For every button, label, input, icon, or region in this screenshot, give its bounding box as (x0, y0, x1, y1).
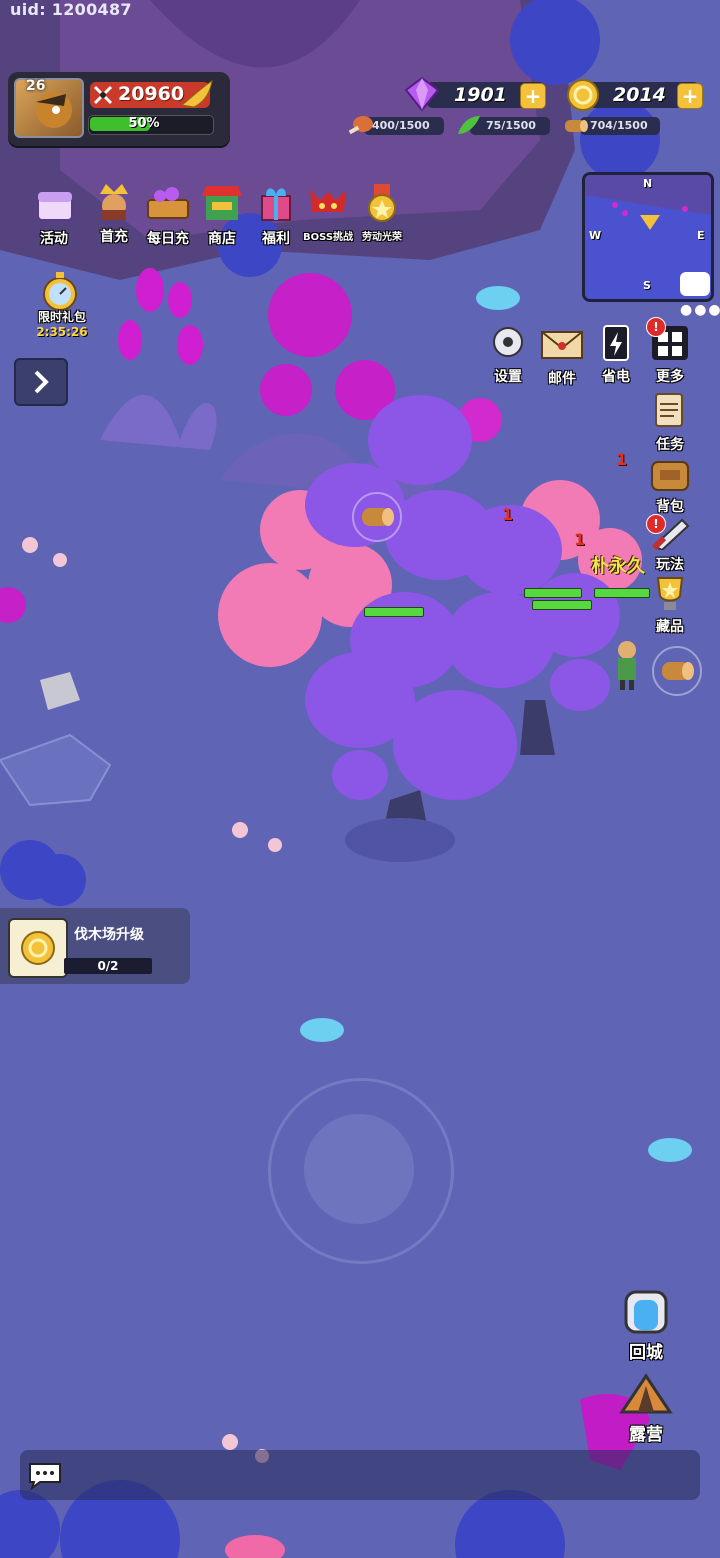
exp-percent: 50% (128, 116, 160, 131)
herb-value: 75/1500 (486, 119, 536, 132)
wood-drop[interactable] (652, 646, 702, 696)
wing-icon (180, 79, 213, 108)
wood-drop[interactable] (352, 492, 402, 542)
crossed-swords-icon (93, 85, 113, 105)
battery-icon (603, 325, 629, 361)
damage-number: 1 (502, 505, 514, 524)
gameplay-label: 玩法 (656, 557, 684, 573)
menu-activity-label: 活动 (40, 231, 68, 247)
player-character (612, 640, 642, 690)
wood-icon (565, 120, 588, 132)
stopwatch-icon (43, 272, 77, 311)
return-town-button[interactable]: 回城 (618, 1290, 676, 1363)
medal-icon (368, 184, 396, 222)
chevron-right-icon (34, 370, 49, 394)
backpack-icon (651, 461, 689, 491)
meat-value: 400/1500 (372, 119, 430, 132)
joystick-knob[interactable] (304, 1114, 414, 1224)
gold-value: 2014 (613, 84, 666, 106)
tree-hp-bar (364, 607, 424, 617)
return-town-label: 回城 (629, 1343, 663, 1363)
gold-coin-icon (21, 931, 55, 965)
quest-label: 任务 (656, 437, 684, 453)
gold-coin-icon (567, 79, 599, 111)
collection-label: 藏品 (656, 619, 684, 635)
add-gems-button[interactable]: + (520, 83, 546, 109)
portal-icon (624, 1290, 668, 1334)
settings-button[interactable]: 设置 (486, 322, 538, 386)
backpack-label: 背包 (656, 499, 684, 515)
herb-icon (458, 116, 480, 134)
power-save-button[interactable]: 省电 (594, 322, 646, 386)
king-icon (100, 184, 128, 220)
chat-icon[interactable] (28, 1462, 62, 1491)
camp-button[interactable]: 露营 (618, 1372, 676, 1445)
mail-icon (541, 331, 583, 359)
mail-button[interactable]: 邮件 (540, 324, 592, 388)
compass-north: N (643, 177, 653, 190)
player-level: 26 (26, 78, 46, 94)
player-name-tag: 朴永久 (591, 556, 645, 577)
settings-label: 设置 (494, 369, 522, 385)
shop-icon (202, 186, 242, 220)
gem-icon (404, 76, 440, 112)
timed-gift-countdown: 2:35:26 (36, 325, 88, 339)
treasure-chest-icon (37, 192, 73, 221)
more-dots-icon: ●●● (680, 302, 720, 318)
tent-icon (619, 1373, 673, 1414)
task-coin (8, 918, 68, 978)
timed-gift-label: 限时礼包 (37, 310, 86, 324)
notification-badge: ! (646, 317, 666, 337)
power-save-label: 省电 (602, 369, 630, 385)
power-value: 20960 (118, 83, 185, 105)
compass-south: S (643, 279, 651, 292)
compass-east: E (697, 229, 705, 242)
scroll-icon (655, 393, 683, 427)
task-progress-text: 0/2 (97, 959, 119, 973)
camp-label: 露营 (629, 1425, 663, 1445)
meat-icon (348, 116, 373, 135)
gear-icon (493, 327, 523, 357)
gift-icon (261, 188, 291, 221)
log-icon (362, 508, 394, 526)
collection-button[interactable]: 藏品 (646, 574, 700, 636)
compass-west: W (589, 229, 602, 242)
boss-icon (310, 190, 346, 212)
chat-bar[interactable] (20, 1450, 700, 1500)
tree-hp-bar (532, 600, 592, 610)
gameplay-badge: ! (646, 514, 666, 534)
wood-value: 704/1500 (590, 119, 648, 132)
quest-button[interactable]: 任务 (646, 390, 700, 454)
menu-labor-glory[interactable]: 劳动光荣 (358, 182, 414, 243)
gem-cart-icon (147, 187, 189, 219)
tree-hp-bar (524, 588, 582, 598)
player-avatar[interactable] (14, 78, 84, 138)
damage-number: 1 (574, 530, 586, 549)
gems-value: 1901 (454, 84, 507, 106)
trophy-icon (656, 577, 684, 610)
expand-arrow-button[interactable] (14, 358, 68, 406)
uid-label: uid: 1200487 (10, 0, 132, 19)
menu-activity[interactable]: 活动 (30, 182, 86, 248)
backpack-button[interactable]: 背包 (646, 456, 700, 516)
mail-label: 邮件 (548, 371, 576, 387)
more-label: 更多 (656, 369, 684, 385)
log-icon (662, 662, 694, 680)
damage-number: 1 (616, 450, 628, 469)
menu-labor-glory-label: 劳动光荣 (362, 232, 402, 243)
camera-icon[interactable] (680, 272, 710, 296)
add-gold-button[interactable]: + (677, 83, 703, 109)
task-title: 伐木场升级 (74, 927, 144, 943)
tree-hp-bar (594, 588, 650, 598)
